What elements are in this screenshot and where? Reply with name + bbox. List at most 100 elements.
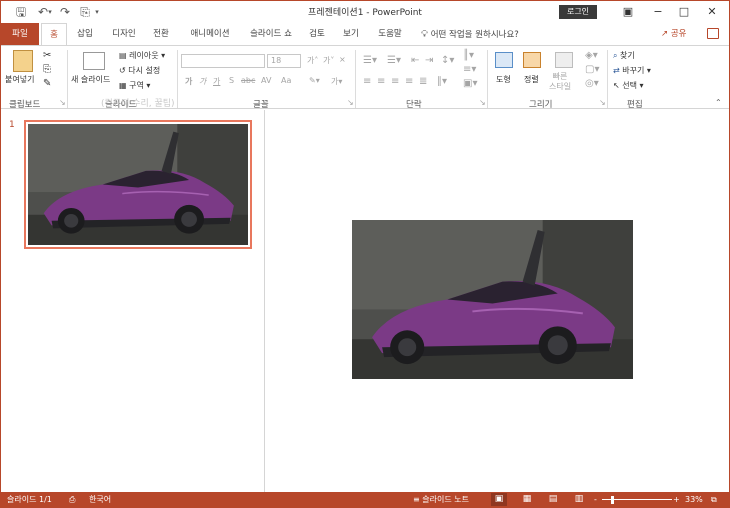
ribbon-options-icon[interactable]: ▣ bbox=[617, 3, 639, 21]
align-text-icon[interactable]: ≡▾ bbox=[463, 64, 476, 75]
decrease-indent-icon[interactable]: ⇤ bbox=[411, 55, 419, 66]
tab-view[interactable]: 보기 bbox=[339, 26, 363, 43]
bullets-icon[interactable]: ☰▾ bbox=[363, 55, 377, 66]
tab-file[interactable]: 파일 bbox=[1, 23, 39, 45]
editing-group-label: 편집 bbox=[627, 100, 643, 110]
cut-icon[interactable]: ✂ bbox=[43, 50, 51, 61]
paste-label[interactable]: 붙여넣기 bbox=[5, 74, 34, 85]
numbering-icon[interactable]: ☰▾ bbox=[387, 55, 401, 66]
tab-design[interactable]: 디자인 bbox=[107, 26, 141, 43]
shadow-button[interactable]: S bbox=[229, 76, 234, 85]
notes-icon: ≡ bbox=[413, 495, 420, 504]
strikethrough-button[interactable]: abc bbox=[241, 76, 255, 85]
outline-view-icon[interactable]: ▦ bbox=[519, 493, 535, 506]
minimize-icon[interactable]: − bbox=[647, 3, 669, 21]
bold-button[interactable]: 가 bbox=[185, 76, 192, 87]
layout-label: 레이아웃 bbox=[129, 51, 159, 60]
status-bar: 슬라이드 1/1 ⎙ 한국어 ≡ 슬라이드 노트 ▣ ▦ ▤ ▥ - + 33%… bbox=[1, 492, 729, 507]
columns-icon[interactable]: ∥▾ bbox=[437, 76, 447, 87]
notes-button[interactable]: ≡ 슬라이드 노트 bbox=[413, 492, 469, 507]
increase-indent-icon[interactable]: ⇥ bbox=[425, 55, 433, 66]
tab-slideshow[interactable]: 슬라이드 쇼 bbox=[245, 26, 297, 43]
select-button[interactable]: ↖ 선택 ▾ bbox=[613, 80, 644, 91]
distributed-icon[interactable]: ≣ bbox=[419, 76, 427, 87]
underline-button[interactable]: 가 bbox=[213, 76, 220, 87]
italic-button[interactable]: 가 bbox=[199, 76, 206, 87]
font-size-dropdown[interactable]: 18 bbox=[267, 54, 301, 68]
paste-icon[interactable] bbox=[13, 50, 33, 72]
tab-animations[interactable]: 애니메이션 bbox=[185, 26, 235, 43]
zoom-out-button[interactable]: - bbox=[594, 492, 597, 507]
normal-view-icon[interactable]: ▣ bbox=[491, 493, 507, 506]
new-slide-icon[interactable] bbox=[83, 52, 105, 70]
font-name-dropdown[interactable] bbox=[181, 54, 265, 68]
clear-format-icon[interactable]: ⨯ bbox=[339, 55, 346, 64]
shape-fill-icon[interactable]: ◈▾ bbox=[585, 50, 598, 61]
collapse-ribbon-icon[interactable]: ⌃ bbox=[715, 98, 722, 107]
chevron-down-icon: ▾ bbox=[639, 81, 644, 90]
new-slide-label[interactable]: 새 슬라이드 bbox=[71, 74, 110, 85]
arrange-icon[interactable] bbox=[523, 52, 541, 68]
quick-styles-icon[interactable] bbox=[555, 52, 573, 68]
slide-thumbnail[interactable] bbox=[24, 120, 252, 249]
arrange-label[interactable]: 정렬 bbox=[524, 74, 539, 85]
login-button[interactable]: 로그인 bbox=[559, 5, 597, 19]
char-spacing-button[interactable]: AV bbox=[261, 76, 271, 85]
section-icon: ▦ bbox=[119, 81, 127, 90]
layout-button[interactable]: ▤ 레이아웃 ▾ bbox=[119, 50, 165, 61]
text-direction-icon[interactable]: ║▾ bbox=[463, 50, 474, 61]
share-button[interactable]: ↗ 공유 bbox=[661, 26, 686, 43]
align-right-icon[interactable]: ≡ bbox=[391, 76, 399, 87]
align-center-icon[interactable]: ≡ bbox=[377, 76, 385, 87]
align-left-icon[interactable]: ≡ bbox=[363, 76, 371, 87]
format-painter-icon[interactable]: ✎ bbox=[43, 78, 51, 89]
find-button[interactable]: ⌕ 찾기 bbox=[613, 50, 635, 61]
tab-transitions[interactable]: 전환 bbox=[147, 26, 175, 43]
shapes-label[interactable]: 도형 bbox=[496, 74, 511, 85]
font-color-icon[interactable]: 가▾ bbox=[331, 76, 342, 87]
slide-editor[interactable] bbox=[266, 110, 729, 492]
chevron-down-icon: ▾ bbox=[646, 66, 651, 75]
fit-to-window-icon[interactable]: ⧉ bbox=[711, 492, 717, 507]
shrink-font-icon[interactable]: 가˅ bbox=[323, 55, 334, 66]
reading-view-icon[interactable]: ▥ bbox=[571, 493, 587, 506]
reset-button[interactable]: ↺ 다시 설정 bbox=[119, 65, 160, 76]
justify-icon[interactable]: ≡ bbox=[405, 76, 413, 87]
smartart-icon[interactable]: ▣▾ bbox=[463, 78, 477, 89]
shape-outline-icon[interactable]: ▢▾ bbox=[585, 64, 599, 75]
lightbulb-icon: 💡︎ bbox=[421, 29, 428, 40]
spellcheck-icon[interactable]: ⎙ bbox=[69, 492, 75, 507]
quick-styles-label[interactable]: 빠른 스타일 bbox=[549, 72, 571, 92]
tell-me-search[interactable]: 💡︎ 어떤 작업을 원하시나요? bbox=[421, 26, 519, 43]
tab-help[interactable]: 도움말 bbox=[373, 26, 407, 43]
slide-thumbnails-panel[interactable]: 1 bbox=[1, 110, 265, 492]
grow-font-icon[interactable]: 가˄ bbox=[307, 55, 318, 66]
tab-review[interactable]: 검토 bbox=[305, 26, 329, 43]
replace-button[interactable]: ⇄ 바꾸기 ▾ bbox=[613, 65, 651, 76]
slide-sorter-icon[interactable]: ▤ bbox=[545, 493, 561, 506]
paragraph-launcher-icon[interactable]: ↘ bbox=[479, 98, 486, 107]
highlight-icon[interactable]: ✎▾ bbox=[309, 76, 320, 85]
font-launcher-icon[interactable]: ↘ bbox=[347, 98, 354, 107]
zoom-level[interactable]: 33% bbox=[685, 492, 703, 507]
car-image[interactable] bbox=[352, 220, 633, 379]
close-icon[interactable]: ✕ bbox=[701, 3, 723, 21]
change-case-button[interactable]: Aa bbox=[281, 76, 291, 85]
drawing-launcher-icon[interactable]: ↘ bbox=[599, 98, 606, 107]
comment-icon[interactable] bbox=[707, 28, 719, 39]
language-label[interactable]: 한국어 bbox=[89, 492, 111, 507]
tab-insert[interactable]: 삽입 bbox=[71, 26, 99, 43]
zoom-slider-thumb[interactable] bbox=[611, 496, 614, 504]
slide-canvas[interactable] bbox=[352, 220, 633, 379]
slide-number: 1 bbox=[9, 120, 15, 130]
shapes-icon[interactable] bbox=[495, 52, 513, 68]
line-spacing-icon[interactable]: ↕▾ bbox=[441, 55, 454, 66]
maximize-icon[interactable]: □ bbox=[673, 3, 695, 21]
shape-effects-icon[interactable]: ◎▾ bbox=[585, 78, 599, 89]
zoom-in-button[interactable]: + bbox=[673, 492, 680, 507]
section-button[interactable]: ▦ 구역 ▾ bbox=[119, 80, 150, 91]
tab-home[interactable]: 홈 bbox=[41, 23, 67, 46]
clipboard-launcher-icon[interactable]: ↘ bbox=[59, 98, 66, 107]
copy-icon[interactable]: ⎘ bbox=[43, 64, 51, 75]
paragraph-group-label: 단락 bbox=[406, 100, 422, 110]
